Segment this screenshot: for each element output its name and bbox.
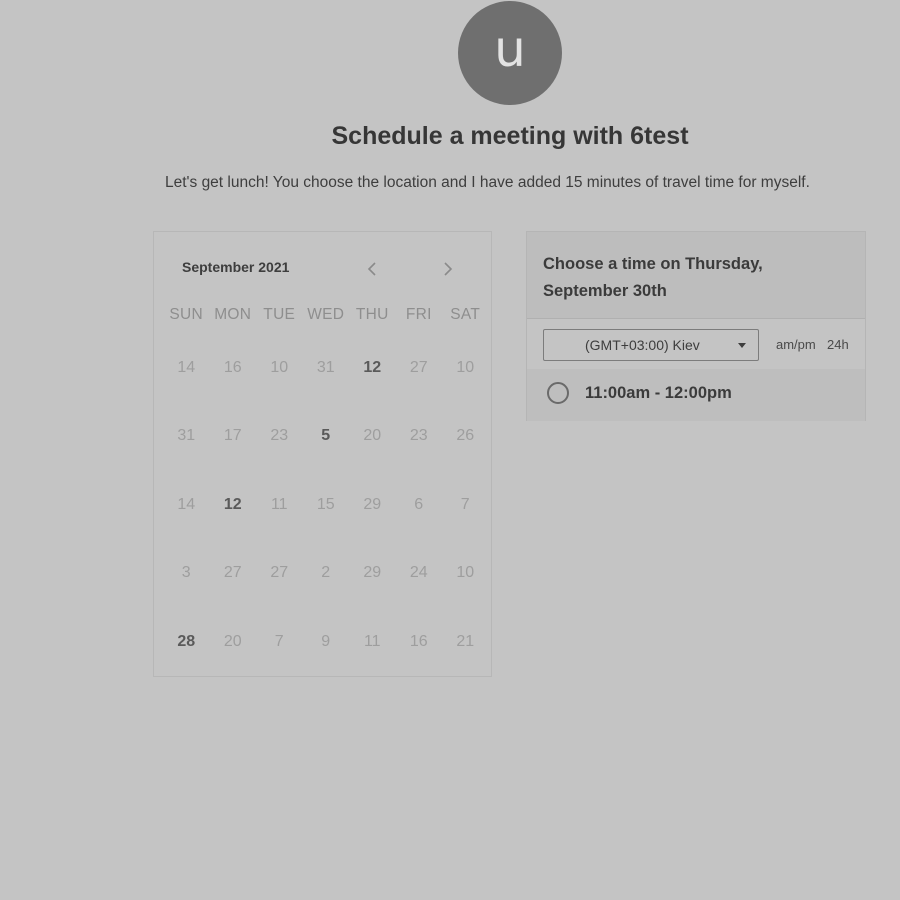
- radio-button[interactable]: [547, 382, 569, 404]
- calendar-day: 10: [456, 564, 475, 582]
- avatar-letter: u: [494, 20, 526, 78]
- weekday-label: FRI: [405, 306, 432, 323]
- weekday-label: SAT: [450, 306, 481, 323]
- calendar-day: 9: [321, 632, 331, 650]
- time-slot-option[interactable]: 11:00am - 12:00pm: [527, 369, 865, 421]
- calendar-day: 27: [270, 564, 289, 582]
- time-slot-label: 11:00am - 12:00pm: [585, 384, 732, 402]
- format-ampm-toggle[interactable]: am/pm: [776, 337, 816, 352]
- calendar-day: 26: [456, 427, 475, 445]
- calendar-day: 10: [456, 359, 475, 376]
- weekday-label: WED: [307, 306, 345, 323]
- calendar-day: 6: [414, 495, 424, 513]
- calendar-day: 11: [363, 632, 381, 650]
- calendar-day: 20: [223, 632, 242, 650]
- calendar-day: 27: [223, 564, 242, 582]
- calendar-day: 27: [409, 359, 428, 376]
- calendar-day: 31: [316, 359, 335, 376]
- calendar-month-label: September 2021: [182, 259, 290, 275]
- calendar-day: 23: [409, 427, 428, 445]
- calendar-day[interactable]: 5: [303, 414, 350, 482]
- next-month-button[interactable]: [434, 256, 462, 282]
- calendar-day: 24: [409, 564, 428, 582]
- timezone-row: (GMT+03:00) Kiev am/pm 24h: [527, 319, 865, 369]
- calendar-day: 29: [363, 564, 382, 582]
- caret-down-icon: [738, 343, 746, 348]
- weekday-label: SUN: [169, 306, 204, 323]
- host-avatar: u: [458, 1, 562, 105]
- format-24h-toggle[interactable]: 24h: [827, 337, 849, 352]
- calendar-day: 23: [270, 427, 289, 445]
- calendar-day: 3: [181, 564, 191, 582]
- calendar: September 2021 SUN MON TUE WED THU FRI S…: [153, 231, 492, 677]
- timezone-select[interactable]: (GMT+03:00) Kiev: [543, 329, 759, 361]
- timezone-value: (GMT+03:00) Kiev: [585, 337, 700, 353]
- calendar-day: 16: [409, 632, 428, 650]
- weekday-label: THU: [355, 306, 389, 323]
- calendar-day: 11: [270, 495, 288, 513]
- calendar-day: 7: [460, 495, 470, 513]
- weekday-label: MON: [214, 306, 252, 323]
- calendar-day: 17: [223, 427, 242, 445]
- calendar-day: 29: [363, 495, 382, 513]
- calendar-day: 10: [270, 359, 289, 376]
- calendar-day: 15: [316, 495, 335, 513]
- calendar-grid: 14 16 10 31 12 27 10 31 17 23 5 20 23 26 14 12 11 15 29 6 7 3…: [163, 346, 491, 688]
- calendar-day: 20: [363, 427, 382, 445]
- calendar-day: 14: [177, 359, 196, 376]
- calendar-day: 31: [177, 427, 196, 445]
- calendar-day: 7: [274, 632, 284, 650]
- calendar-day[interactable]: 12: [349, 346, 396, 414]
- calendar-day: 14: [177, 495, 196, 513]
- prev-month-button[interactable]: [358, 256, 386, 282]
- calendar-day[interactable]: 28: [163, 620, 210, 688]
- meeting-description: Let's get lunch! You choose the location…: [165, 174, 810, 191]
- weekday-header: SUN MON TUE WED THU FRI SAT: [163, 306, 491, 324]
- calendar-day: 21: [456, 632, 475, 650]
- page-title: Schedule a meeting with 6test: [331, 122, 689, 150]
- time-picker-heading: Choose a time on Thursday, September 30t…: [543, 255, 763, 300]
- time-picker-panel: Choose a time on Thursday, September 30t…: [526, 231, 866, 421]
- chevron-right-icon: [444, 262, 453, 276]
- weekday-label: TUE: [263, 306, 296, 323]
- calendar-day: 2: [321, 564, 331, 582]
- calendar-day: 16: [223, 359, 242, 376]
- chevron-left-icon: [367, 262, 376, 276]
- calendar-day[interactable]: 12: [210, 483, 257, 551]
